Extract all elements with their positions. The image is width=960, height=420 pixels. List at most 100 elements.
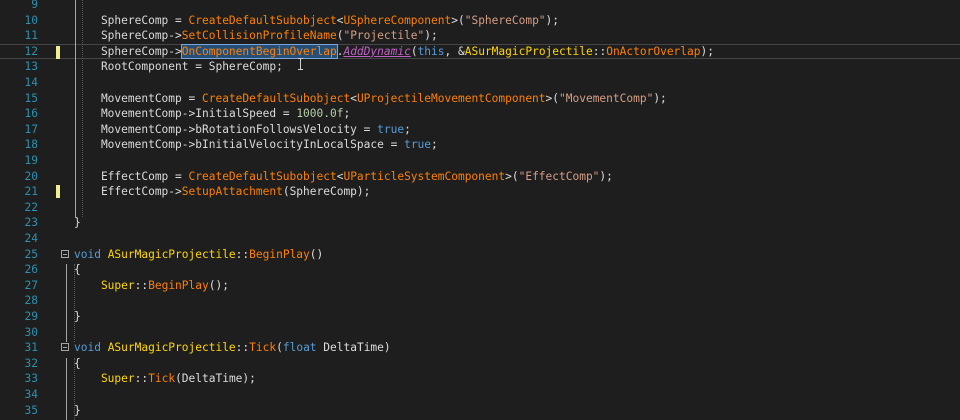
- code-token: ::: [235, 247, 250, 261]
- line-number: 17: [24, 122, 38, 136]
- code-editor[interactable]: 9 10 SphereComp = CreateDefaultSubobject…: [0, 0, 960, 420]
- code-line[interactable]: 35}: [0, 403, 960, 419]
- code-token: MovementComp: [74, 107, 182, 121]
- code-token: >(: [451, 13, 465, 27]
- code-line[interactable]: 22: [0, 200, 960, 216]
- code-line[interactable]: 33 Super::Tick(DeltaTime);: [0, 371, 960, 387]
- code-text: }: [74, 403, 81, 419]
- code-line[interactable]: 27 Super::BeginPlay();: [0, 278, 960, 294]
- code-token: AddDynamic: [343, 44, 411, 58]
- code-token: "SphereComp": [464, 13, 546, 27]
- code-line[interactable]: 13 RootComponent = SphereComp;: [0, 59, 960, 75]
- code-token: ;: [404, 122, 411, 136]
- code-line[interactable]: 21 EffectComp->SetupAttachment(SphereCom…: [0, 184, 960, 200]
- code-text: SphereComp->OnComponentBeginOverlap.AddD…: [74, 43, 714, 59]
- line-number: 18: [24, 138, 38, 152]
- code-token: SetCollisionProfileName: [181, 29, 337, 43]
- code-token: CreateDefaultSubobject: [202, 91, 351, 105]
- code-text: Super::Tick(DeltaTime);: [74, 371, 256, 387]
- code-token: , &: [444, 44, 465, 58]
- code-token: =: [181, 91, 202, 105]
- code-line[interactable]: 34: [0, 387, 960, 403]
- line-number: 31: [24, 341, 38, 355]
- code-line[interactable]: 18 MovementComp->bInitialVelocityInLocal…: [0, 137, 960, 153]
- code-token: );: [424, 29, 438, 43]
- code-line[interactable]: 30: [0, 325, 960, 341]
- code-token: bRotationFollowsVelocity: [195, 122, 357, 136]
- code-line[interactable]: 31 void ASurMagicProjectile::Tick(float D…: [0, 340, 960, 356]
- code-token: ();: [208, 278, 229, 292]
- code-token: InitialSpeed: [195, 107, 277, 121]
- code-token: void: [74, 247, 108, 261]
- code-line[interactable]: 17 MovementComp->bRotationFollowsVelocit…: [0, 122, 960, 138]
- code-token: {: [74, 356, 81, 370]
- code-token: ->: [181, 107, 196, 121]
- code-token: ->: [168, 29, 182, 43]
- code-token: true: [377, 122, 405, 136]
- code-token: =: [276, 107, 297, 121]
- code-token: SetupAttachment: [181, 185, 283, 199]
- code-text: void ASurMagicProjectile::BeginPlay(): [74, 247, 323, 263]
- line-number: 23: [24, 216, 38, 230]
- line-number: 33: [24, 372, 38, 386]
- code-text: SphereComp->SetCollisionProfileName("Pro…: [74, 28, 438, 44]
- code-token: (SphereComp);: [282, 185, 371, 199]
- code-token: =: [383, 138, 405, 152]
- code-text: MovementComp->bInitialVelocityInLocalSpa…: [74, 137, 438, 153]
- code-line[interactable]: 25 void ASurMagicProjectile::BeginPlay(): [0, 247, 960, 263]
- code-token: ->: [181, 122, 196, 136]
- code-token: Super: [74, 372, 135, 386]
- code-token: USphereComponent: [343, 13, 452, 27]
- code-token: MovementComp: [74, 138, 182, 152]
- code-line[interactable]: 11 SphereComp->SetCollisionProfileName("…: [0, 28, 960, 44]
- code-token: }: [74, 403, 81, 417]
- code-token: (: [410, 44, 418, 58]
- code-line[interactable]: 16 MovementComp->InitialSpeed = 1000.0f;: [0, 106, 960, 122]
- code-token: {: [74, 263, 81, 277]
- line-number: 32: [24, 356, 38, 370]
- code-text: EffectComp->SetupAttachment(SphereComp);: [74, 184, 370, 200]
- code-line[interactable]: 19: [0, 153, 960, 169]
- code-line[interactable]: 28: [0, 293, 960, 309]
- code-line[interactable]: 32 {: [0, 356, 960, 372]
- code-token: CreateDefaultSubobject: [188, 13, 337, 27]
- code-token: ::: [235, 341, 250, 355]
- indent-guide: [82, 0, 83, 218]
- line-number: 30: [24, 325, 38, 339]
- code-token: >(: [505, 169, 519, 183]
- code-token: SphereComp: [74, 13, 169, 27]
- code-token: <: [350, 91, 357, 105]
- collapse-toggle-icon[interactable]: [61, 343, 69, 352]
- code-line[interactable]: 10 SphereComp = CreateDefaultSubobject<U…: [0, 13, 960, 29]
- code-token: MovementComp: [74, 91, 182, 105]
- code-token: }: [74, 310, 81, 323]
- code-line[interactable]: 14: [0, 75, 960, 91]
- code-token: =: [168, 169, 189, 183]
- collapse-toggle-icon[interactable]: [61, 249, 69, 258]
- code-token: );: [545, 13, 560, 27]
- code-line[interactable]: 26 {: [0, 262, 960, 278]
- line-number: 29: [24, 310, 38, 323]
- code-line[interactable]: 15 MovementComp = CreateDefaultSubobject…: [0, 91, 960, 107]
- code-line[interactable]: 24: [0, 231, 960, 247]
- code-line[interactable]: 23}: [0, 215, 960, 231]
- code-token: = SphereComp;: [188, 60, 283, 74]
- code-line[interactable]: 12 SphereComp->OnComponentBeginOverlap.A…: [0, 43, 960, 60]
- line-number: 16: [24, 107, 38, 121]
- text-cursor-icon: [297, 58, 305, 70]
- code-token: );: [599, 169, 613, 183]
- code-token: (): [309, 247, 324, 261]
- code-token: UParticleSystemComponent: [343, 169, 506, 183]
- code-token: Tick: [148, 372, 176, 386]
- code-line[interactable]: 9: [0, 0, 960, 13]
- line-number: 26: [24, 263, 38, 277]
- code-token: "MovementComp": [559, 91, 654, 105]
- code-token: BeginPlay: [249, 247, 310, 261]
- code-line[interactable]: 29}: [0, 309, 960, 325]
- code-token: );: [700, 44, 714, 58]
- code-text: }: [74, 215, 81, 231]
- code-line[interactable]: 20 EffectComp = CreateDefaultSubobject<U…: [0, 169, 960, 185]
- line-number: 25: [24, 247, 38, 261]
- line-number: 35: [24, 403, 38, 417]
